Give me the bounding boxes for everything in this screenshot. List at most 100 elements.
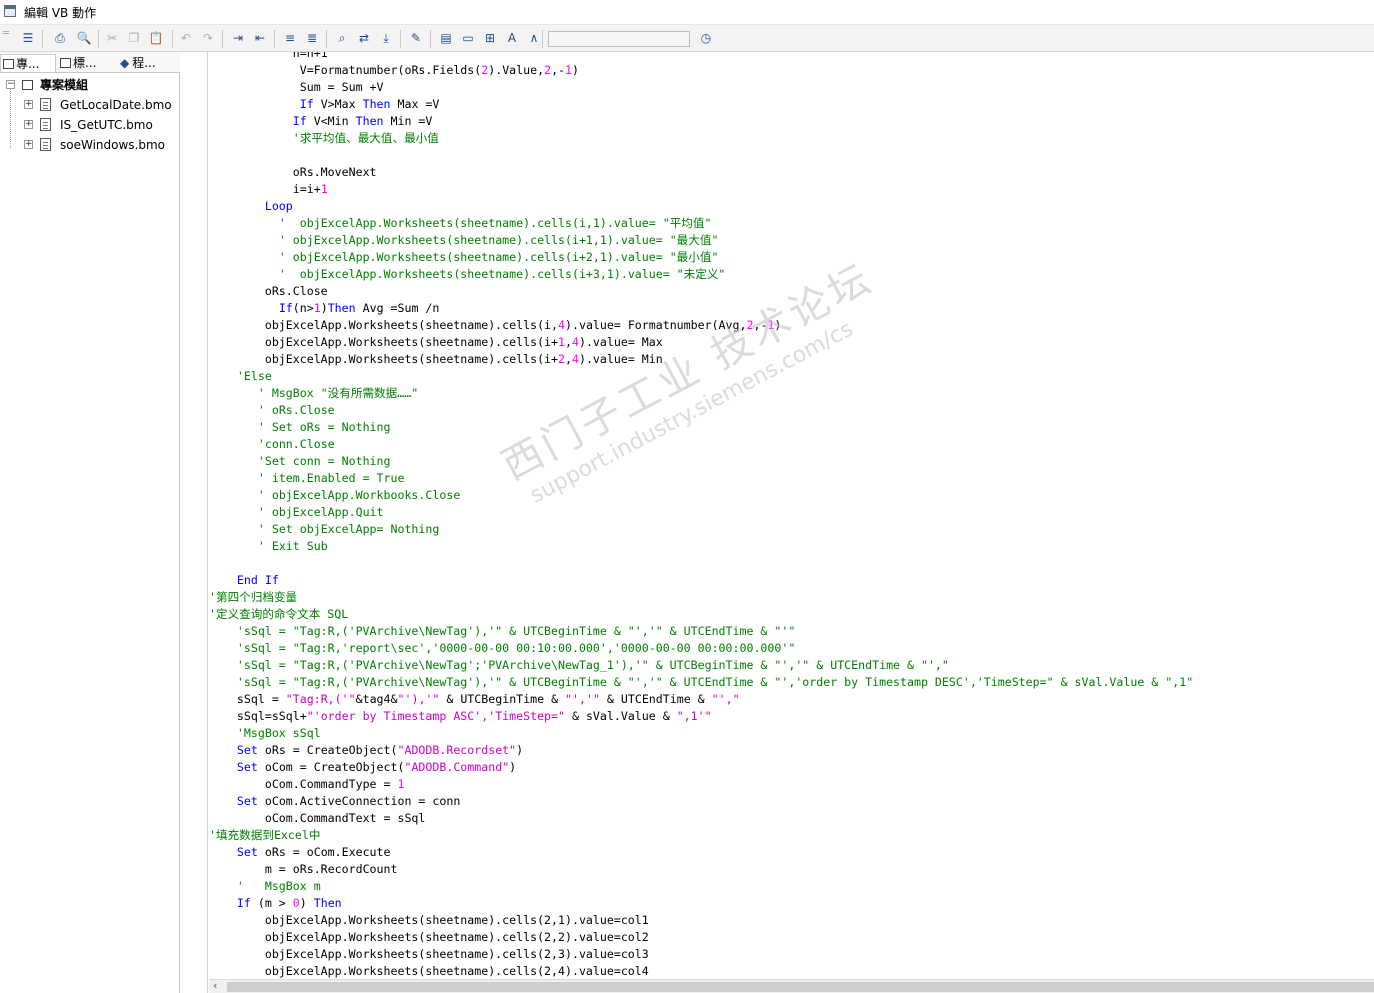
code-line[interactable]: m = oRs.RecordCount bbox=[209, 861, 1193, 878]
code-line[interactable]: oRs.MoveNext bbox=[209, 164, 1193, 181]
code-line[interactable]: objExcelApp.Worksheets(sheetname).cells(… bbox=[209, 963, 1193, 979]
code-line[interactable]: If V<Min Then Min =V bbox=[209, 113, 1193, 130]
code-line[interactable]: ' objExcelApp.Worksheets(sheetname).cell… bbox=[209, 232, 1193, 249]
code-line[interactable]: objExcelApp.Worksheets(sheetname).cells(… bbox=[209, 351, 1193, 368]
scroll-left-icon[interactable]: ‹ bbox=[213, 980, 217, 992]
code-line[interactable]: Set oRs = CreateObject("ADODB.Recordset"… bbox=[209, 742, 1193, 759]
code-line[interactable]: 'Else bbox=[209, 368, 1193, 385]
code-line[interactable]: Loop bbox=[209, 198, 1193, 215]
code-line[interactable]: 'MsgBox sSql bbox=[209, 725, 1193, 742]
code-line[interactable]: sSql=sSql+"'order by Timestamp ASC','Tim… bbox=[209, 708, 1193, 725]
code-line[interactable]: n=n+1 bbox=[209, 52, 1193, 62]
code-line[interactable]: ' item.Enabled = True bbox=[209, 470, 1193, 487]
tab-procedure[interactable]: ◆ 程... bbox=[118, 54, 174, 72]
code-editor[interactable]: n=n+1 V=Formatnumber(oRs.Fields(2).Value… bbox=[209, 52, 1374, 979]
code-line[interactable]: '求平均值、最大值、最小值 bbox=[209, 130, 1193, 147]
redo-icon[interactable]: ↷ bbox=[200, 30, 216, 46]
code-line[interactable]: ' objExcelApp.Worksheets(sheetname).cell… bbox=[209, 266, 1193, 283]
outdent-icon[interactable]: ⇤ bbox=[252, 30, 268, 46]
code-token: 4 bbox=[558, 318, 565, 332]
toolbar-combo-box[interactable] bbox=[548, 31, 690, 47]
find-icon[interactable]: ⌕ bbox=[334, 30, 350, 46]
copy-icon[interactable]: ❐ bbox=[126, 30, 142, 46]
code-token: ",1'" bbox=[676, 709, 712, 723]
comment-icon[interactable]: ≡ bbox=[282, 30, 298, 46]
print-icon[interactable]: ⎙ bbox=[52, 30, 68, 46]
horizontal-scrollbar[interactable]: ‹ bbox=[209, 979, 1374, 993]
code-line[interactable]: '定义查询的命令文本 SQL bbox=[209, 606, 1193, 623]
clock-icon[interactable]: ◷ bbox=[698, 30, 714, 46]
code-line[interactable]: 'sSql = "Tag:R,('PVArchive\NewTag'),'" &… bbox=[209, 623, 1193, 640]
code-text[interactable]: n=n+1 V=Formatnumber(oRs.Fields(2).Value… bbox=[209, 52, 1193, 979]
editor-gutter[interactable] bbox=[186, 52, 208, 993]
code-line[interactable]: 'conn.Close bbox=[209, 436, 1193, 453]
code-line[interactable]: ' Set objExcelApp= Nothing bbox=[209, 521, 1193, 538]
tab-standard[interactable]: 標... bbox=[58, 54, 114, 72]
code-line[interactable]: ' objExcelApp.Quit bbox=[209, 504, 1193, 521]
script-file-icon bbox=[40, 118, 51, 131]
open-folder-icon[interactable]: ▭ bbox=[460, 30, 476, 46]
code-line[interactable]: '第四个归档变量 bbox=[209, 589, 1193, 606]
code-line[interactable]: i=i+1 bbox=[209, 181, 1193, 198]
code-line[interactable]: objExcelApp.Worksheets(sheetname).cells(… bbox=[209, 929, 1193, 946]
code-line[interactable]: Set oCom = CreateObject("ADODB.Command") bbox=[209, 759, 1193, 776]
code-token: oRs = CreateObject( bbox=[257, 743, 398, 757]
print-preview-icon[interactable]: 🔍 bbox=[76, 30, 92, 46]
code-token: m = oRs.RecordCount bbox=[264, 862, 398, 876]
code-line[interactable]: 'sSql = "Tag:R,('PVArchive\NewTag'),'" &… bbox=[209, 674, 1193, 691]
code-line[interactable]: ' objExcelApp.Workbooks.Close bbox=[209, 487, 1193, 504]
code-line[interactable]: oCom.CommandType = 1 bbox=[209, 776, 1193, 793]
code-line[interactable]: oCom.CommandText = sSql bbox=[209, 810, 1193, 827]
tab-project[interactable]: 專... bbox=[0, 54, 56, 72]
code-line[interactable]: ' MsgBox m bbox=[209, 878, 1193, 895]
new-folder-icon[interactable]: ⊞ bbox=[482, 30, 498, 46]
code-line[interactable]: objExcelApp.Worksheets(sheetname).cells(… bbox=[209, 912, 1193, 929]
code-line[interactable]: Set oRs = oCom.Execute bbox=[209, 844, 1193, 861]
code-line[interactable]: 'Set conn = Nothing bbox=[209, 453, 1193, 470]
save-icon[interactable]: ▤ bbox=[438, 30, 454, 46]
replace-icon[interactable]: ⇄ bbox=[356, 30, 372, 46]
cut-icon[interactable]: ✂ bbox=[104, 30, 120, 46]
code-line[interactable]: If V>Max Then Max =V bbox=[209, 96, 1193, 113]
code-line[interactable]: sSql = "Tag:R,('"&tag4&"'),'" & UTCBegin… bbox=[209, 691, 1193, 708]
code-line[interactable]: objExcelApp.Worksheets(sheetname).cells(… bbox=[209, 946, 1193, 963]
code-line[interactable]: If (m > 0) Then bbox=[209, 895, 1193, 912]
code-token: & sVal.Value & bbox=[565, 709, 677, 723]
code-line[interactable]: V=Formatnumber(oRs.Fields(2).Value,2,-1) bbox=[209, 62, 1193, 79]
uncomment-icon[interactable]: ≣ bbox=[304, 30, 320, 46]
code-line[interactable]: ' objExcelApp.Worksheets(sheetname).cell… bbox=[209, 249, 1193, 266]
code-line[interactable]: Set oCom.ActiveConnection = conn bbox=[209, 793, 1193, 810]
code-line[interactable]: ' oRs.Close bbox=[209, 402, 1193, 419]
code-line[interactable]: End If bbox=[209, 572, 1193, 589]
font-icon[interactable]: A bbox=[504, 30, 520, 46]
code-line[interactable]: objExcelApp.Worksheets(sheetname).cells(… bbox=[209, 334, 1193, 351]
code-line[interactable]: If(n>1)Then Avg =Sum /n bbox=[209, 300, 1193, 317]
goto-icon[interactable]: ⤓ bbox=[378, 30, 394, 46]
compile-icon[interactable]: ∧ bbox=[526, 30, 542, 46]
code-line[interactable]: 'sSql = "Tag:R,'report\sec','0000-00-00 … bbox=[209, 640, 1193, 657]
align-left-icon[interactable]: ☰ bbox=[20, 30, 36, 46]
expand-icon[interactable]: + bbox=[24, 100, 33, 109]
toolbar-separator bbox=[98, 30, 99, 48]
code-line[interactable] bbox=[209, 147, 1193, 164]
code-line[interactable]: Sum = Sum +V bbox=[209, 79, 1193, 96]
code-line[interactable] bbox=[209, 555, 1193, 572]
toolbar-grip-icon[interactable]: ═ bbox=[3, 29, 11, 45]
code-line[interactable]: '填充数据到Excel中 bbox=[209, 827, 1193, 844]
paste-icon[interactable]: 📋 bbox=[148, 30, 164, 46]
indent-icon[interactable]: ⇥ bbox=[230, 30, 246, 46]
expand-icon[interactable]: + bbox=[24, 120, 33, 129]
undo-icon[interactable]: ↶ bbox=[178, 30, 194, 46]
code-line[interactable]: ' MsgBox "没有所需数据……" bbox=[209, 385, 1193, 402]
tree-line bbox=[10, 86, 11, 148]
code-line[interactable]: 'sSql = "Tag:R,('PVArchive\NewTag';'PVAr… bbox=[209, 657, 1193, 674]
expand-icon[interactable]: + bbox=[24, 140, 33, 149]
code-line[interactable]: ' objExcelApp.Worksheets(sheetname).cell… bbox=[209, 215, 1193, 232]
code-line[interactable]: objExcelApp.Worksheets(sheetname).cells(… bbox=[209, 317, 1193, 334]
scrollbar-thumb[interactable] bbox=[227, 982, 1374, 992]
code-line[interactable]: ' Exit Sub bbox=[209, 538, 1193, 555]
code-line[interactable]: oRs.Close bbox=[209, 283, 1193, 300]
collapse-icon[interactable]: − bbox=[6, 80, 15, 89]
code-line[interactable]: ' Set oRs = Nothing bbox=[209, 419, 1193, 436]
breakpoint-icon[interactable]: ✎ bbox=[408, 30, 424, 46]
